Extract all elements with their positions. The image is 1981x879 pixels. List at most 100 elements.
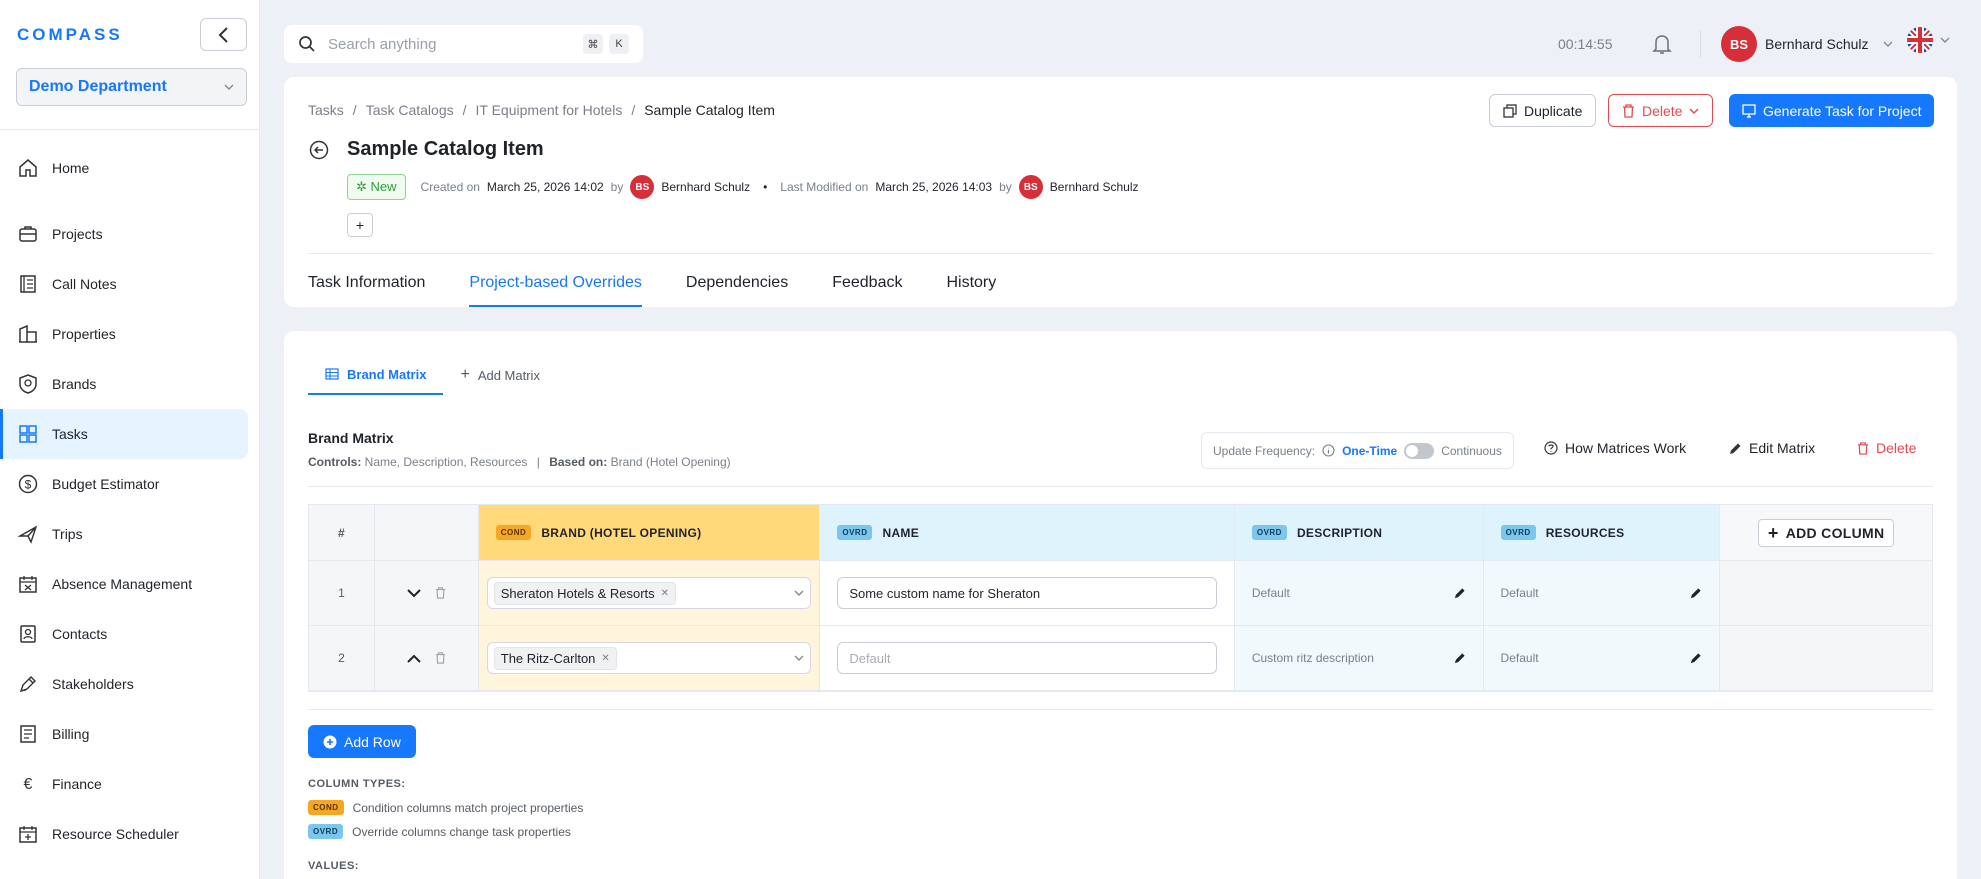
search-input[interactable]: Search anything [328, 36, 577, 53]
generate-label: Generate Task for Project [1763, 102, 1922, 119]
brand-select[interactable]: Sheraton Hotels & Resorts ✕ [486, 577, 812, 609]
sidebar-item-home[interactable]: Home [0, 143, 248, 193]
user-menu[interactable]: BS Bernhard Schulz [1721, 26, 1893, 62]
app-logo: COMPASS [17, 25, 123, 44]
ovrd-tag: OVRD [1500, 525, 1536, 540]
sidebar-item-contacts[interactable]: Contacts [0, 609, 248, 659]
sidebar-item-call-notes[interactable]: Call Notes [0, 259, 248, 309]
brand-chip: Sheraton Hotels & Resorts ✕ [493, 581, 677, 605]
column-header-resources: OVRD RESOURCES [1483, 505, 1721, 561]
add-column-cell: + ADD COLUMN [1720, 505, 1933, 561]
task-header-card: Tasks / Task Catalogs / IT Equipment for H… [284, 77, 1957, 307]
tab-dependencies[interactable]: Dependencies [686, 262, 788, 307]
chevron-up-icon[interactable] [407, 654, 421, 663]
pencil-icon[interactable] [1690, 652, 1702, 664]
delete-button[interactable]: Delete [1608, 94, 1714, 127]
sidebar-item-projects[interactable]: Projects [0, 209, 248, 259]
pencil-icon[interactable] [1454, 587, 1466, 599]
empty-cell [1720, 626, 1932, 691]
notifications-button[interactable] [1652, 33, 1672, 60]
billing-icon [17, 723, 39, 745]
column-header-actions [374, 505, 479, 561]
global-search[interactable]: Search anything ⌘ K [284, 25, 643, 63]
meta-dot: • [763, 180, 768, 194]
matrix-title: Brand Matrix [308, 430, 394, 446]
tab-label: Add Matrix [477, 367, 540, 383]
breadcrumb-link[interactable]: Tasks [308, 102, 344, 118]
modified-label: Last Modified on [780, 180, 869, 194]
pencil-icon [1730, 443, 1741, 454]
tab-task-information[interactable]: Task Information [308, 262, 425, 307]
language-select[interactable] [1906, 26, 1950, 54]
created-by: Bernhard Schulz [661, 180, 751, 194]
sidebar-item-billing[interactable]: Billing [0, 709, 248, 759]
duplicate-button[interactable]: Duplicate [1489, 94, 1597, 127]
breadcrumb: Tasks / Task Catalogs / IT Equipment for H… [308, 102, 775, 118]
name-input[interactable]: Default [837, 642, 1217, 674]
sidebar-item-tasks[interactable]: Tasks [0, 409, 248, 459]
add-column-label: ADD COLUMN [1785, 524, 1885, 541]
breadcrumb-link[interactable]: IT Equipment for Hotels [476, 102, 623, 118]
name-cell: Default [820, 626, 1235, 691]
row-number: 1 [309, 561, 375, 626]
status-badge: ✲ New [347, 174, 406, 200]
sidebar-item-stakeholders[interactable]: Stakeholders [0, 659, 248, 709]
svg-text:€: € [24, 776, 33, 793]
how-matrices-work-button[interactable]: How Matrices Work [1544, 440, 1686, 456]
pencil-icon[interactable] [1690, 587, 1702, 599]
plus-circle-icon [323, 735, 337, 748]
sidebar-item-resource-scheduler[interactable]: Resource Scheduler [0, 809, 248, 859]
uk-flag-icon [1907, 27, 1933, 53]
trash-icon[interactable] [435, 587, 446, 599]
copy-icon [1503, 103, 1517, 118]
tab-history[interactable]: History [946, 262, 996, 307]
pencil-icon[interactable] [1454, 652, 1466, 664]
update-frequency: Update Frequency: One-Time Continuous [1201, 432, 1514, 469]
sidebar-item-finance[interactable]: € Finance [0, 759, 248, 809]
add-row-label: Add Row [344, 733, 401, 750]
back-button[interactable] [309, 140, 329, 165]
column-header-name: OVRD NAME [820, 505, 1235, 561]
brand-select[interactable]: The Ritz-Carlton ✕ [486, 642, 812, 674]
contacts-icon [17, 623, 39, 645]
breadcrumb-current: Sample Catalog Item [644, 102, 775, 118]
chevron-down-icon [794, 590, 804, 596]
matrix-tabs: Brand Matrix + Add Matrix [308, 355, 557, 395]
duplicate-label: Duplicate [1524, 102, 1583, 119]
sidebar-item-brands[interactable]: Brands [0, 359, 248, 409]
collapse-sidebar-button[interactable] [200, 18, 247, 51]
dollar-icon: $ [17, 473, 39, 495]
edit-matrix-button[interactable]: Edit Matrix [1729, 440, 1815, 456]
description-cell: Custom ritz description [1234, 626, 1484, 691]
tab-feedback[interactable]: Feedback [832, 262, 902, 307]
add-row-button[interactable]: Add Row [308, 725, 416, 758]
chevron-down-icon[interactable] [407, 588, 421, 598]
frequency-toggle[interactable] [1404, 442, 1435, 459]
sidebar-item-trips[interactable]: Trips [0, 509, 248, 559]
generate-task-button[interactable]: Generate Task for Project [1729, 94, 1935, 127]
sidebar-item-label: Trips [52, 526, 83, 542]
tab-brand-matrix[interactable]: Brand Matrix [308, 355, 444, 395]
home-icon [17, 157, 39, 179]
remove-chip-icon[interactable]: ✕ [661, 588, 669, 599]
department-select[interactable]: Demo Department [16, 68, 247, 106]
add-column-button[interactable]: + ADD COLUMN [1757, 518, 1895, 547]
delete-matrix-button[interactable]: Delete [1857, 440, 1916, 456]
sidebar-item-budget-estimator[interactable]: $ Budget Estimator [0, 459, 248, 509]
info-icon [1322, 444, 1335, 457]
sidebar-item-properties[interactable]: Properties [0, 309, 248, 359]
add-tag-button[interactable]: + [347, 213, 373, 237]
controls-label: Controls: [308, 455, 362, 469]
remove-chip-icon[interactable]: ✕ [601, 653, 609, 664]
tab-project-based-overrides[interactable]: Project-based Overrides [469, 262, 642, 307]
based-on-value: Brand (Hotel Opening) [610, 455, 731, 469]
add-matrix-button[interactable]: + Add Matrix [443, 355, 556, 395]
trash-icon[interactable] [435, 652, 446, 664]
chevron-down-icon [1883, 41, 1893, 47]
name-input[interactable]: Some custom name for Sheraton [837, 577, 1217, 609]
task-tabs: Task Information Project-based Overrides… [308, 262, 1040, 307]
sidebar-item-absence-management[interactable]: Absence Management [0, 559, 248, 609]
breadcrumb-link[interactable]: Task Catalogs [366, 102, 454, 118]
briefcase-icon [17, 223, 39, 245]
generate-icon [1742, 103, 1756, 118]
